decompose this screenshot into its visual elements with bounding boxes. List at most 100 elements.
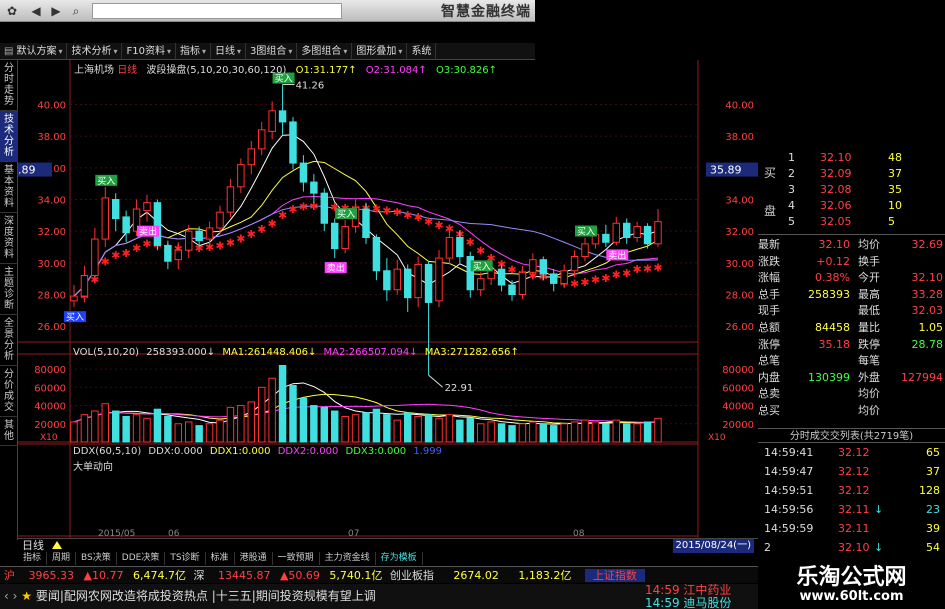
indicator-tab[interactable]: TS诊断 <box>165 552 206 565</box>
sz-index[interactable]: 13445.87 <box>218 569 271 582</box>
candle-body <box>205 227 214 240</box>
cy-amount: 1,183.2亿 <box>518 569 572 582</box>
ticker-text[interactable]: 要闻|配网农网改造将成投资热点 |十三五|期间投资规模有望上调 <box>36 589 376 603</box>
toolbar-button[interactable]: 图形叠加 ▾ <box>352 43 408 60</box>
volume-bar <box>549 425 558 443</box>
volume-bar <box>497 423 506 443</box>
cy-index[interactable]: 2674.02 <box>453 569 499 582</box>
toolbar-button[interactable]: 多图组合 ▾ <box>297 43 353 60</box>
quote-value: 130399 <box>808 370 850 384</box>
indicator-tab[interactable]: 存为模板 <box>376 552 423 565</box>
indicator-tab[interactable]: BS决策 <box>76 552 117 565</box>
toolbar-button[interactable]: ▤ 默认方案 ▾ <box>0 43 68 60</box>
quote-label: 内盘 <box>758 370 780 384</box>
candle-body <box>91 238 99 276</box>
left-tab[interactable]: 基本资料 <box>0 162 18 213</box>
bid-row[interactable]: 1 32.10 48 <box>758 150 945 166</box>
back-icon[interactable]: ◀ <box>28 3 44 19</box>
quote-row: 现手 最低 32.03 <box>758 303 945 319</box>
candle-body <box>424 263 433 303</box>
search-input[interactable] <box>92 3 342 19</box>
alert-2[interactable]: 14:59 迪马股份 <box>645 597 731 609</box>
alert-1[interactable]: 14:59 江中药业 <box>645 584 731 596</box>
candle-body <box>497 268 506 286</box>
volume-bar <box>403 412 412 443</box>
candle-body <box>414 263 422 299</box>
bid-row[interactable]: 4 32.06 10 <box>758 198 945 214</box>
ddx1-value: 0.000 <box>241 446 271 457</box>
period-tab[interactable]: 日线 <box>22 539 44 553</box>
toolbar-button[interactable]: 指标 ▾ <box>176 43 211 60</box>
indicator-tab[interactable]: 一致预期 <box>273 552 320 565</box>
price-tick-left: 38.00 <box>37 132 66 143</box>
toolbar-button[interactable]: 系统 <box>407 43 437 60</box>
star-icon: ★ <box>21 589 33 603</box>
volume-bar <box>247 401 256 443</box>
trade-row: 14:59:41 32.12 65 <box>758 445 945 461</box>
indicator-tab[interactable]: 主力资金线 <box>320 552 376 565</box>
volume-bar <box>414 415 422 443</box>
left-tab[interactable]: 主题诊断 <box>0 264 18 315</box>
toolbar-button[interactable]: 3图组合 ▾ <box>246 43 298 60</box>
left-tab[interactable]: 深度资料 <box>0 213 18 264</box>
volume-bar <box>226 406 235 443</box>
forward-icon[interactable]: ▶ <box>48 3 64 19</box>
vol-unit-right: X10 <box>708 433 726 443</box>
volume-bar <box>184 421 193 443</box>
ma2-label: MA2: <box>323 347 349 358</box>
ticker-prev-icon[interactable]: ‹ › <box>4 589 17 603</box>
left-tab[interactable]: 其他 <box>0 417 18 446</box>
candle-body <box>111 199 120 219</box>
volume-bar <box>153 408 162 443</box>
trade-volume: 23 <box>926 503 940 516</box>
toolbar-button-label: 3图组合 <box>250 46 287 57</box>
toolbar-button[interactable]: 日线 ▾ <box>211 43 247 60</box>
bid-row[interactable]: 3 32.08 35 <box>758 182 945 198</box>
left-tab[interactable]: 分价成交 <box>0 366 18 417</box>
trades-title[interactable]: 分时成交交列表(共2719笔) <box>758 428 945 443</box>
candle-body <box>508 284 516 295</box>
quote-label: 总额 <box>758 321 780 334</box>
toolbar-button[interactable]: 技术分析 ▾ <box>67 43 123 60</box>
vol-tick-left: 60000 <box>34 383 66 394</box>
left-tab[interactable]: 技术分析 <box>0 111 18 162</box>
volume-bar <box>195 425 203 443</box>
sh-index[interactable]: 3965.33 <box>29 569 75 582</box>
indicator-tab[interactable]: 港股通 <box>235 552 273 565</box>
current-price-left: 35.89 <box>18 164 36 177</box>
toolbar-button[interactable]: F10资料 ▾ <box>122 43 176 60</box>
ma1-mark: ↓ <box>307 347 317 358</box>
indicator-tab[interactable]: 指标 <box>18 552 48 565</box>
index-tag[interactable]: 上证指数 <box>584 569 645 582</box>
buy-tag: 买入 <box>337 209 355 220</box>
kline-chart[interactable]: ✱✱✱ ✱ ✱ ✱ ✱ ✱ ✱ ✱ ✱ ✱ ✱ ✱ ✱✱ ✱ ✱ ✱ ✱ ✱ ✱ ✱ ✱ ✱ ✱ ✱ ✱ ✱ ✱✱✱✱ ✱ ✱ ✱ ✱✱ ✱ ✱… <box>18 60 758 538</box>
o1-label: O1: <box>295 65 314 76</box>
price-tick-right: 38.00 <box>725 132 754 143</box>
left-tab-strip: 分时走势 技术分析 基本资料 深度资料 主题诊断 全景分析 分价成交 其他 <box>0 60 18 540</box>
bid-level: 5 <box>788 215 795 228</box>
quote-panel: 买盘 1 32.10 48 2 32.09 37 3 32.08 35 4 32.06 10 5 32.05… <box>758 136 945 566</box>
ddx-legend-name: DDX(60,5,10) <box>73 446 142 457</box>
dropdown-arrow-icon: ▾ <box>343 47 348 56</box>
toolbar-button-label: 多图组合 <box>301 46 342 57</box>
period-up-icon[interactable] <box>52 541 62 549</box>
left-tab[interactable]: 分时走势 <box>0 60 18 111</box>
search-icon[interactable]: ⌕ <box>68 3 84 19</box>
quote-row: 最新 32.10 均价 32.69 <box>758 237 945 253</box>
sar-marker: ✱ <box>299 200 308 213</box>
chart-grid <box>18 60 699 538</box>
bid-row[interactable]: 2 32.09 37 <box>758 166 945 182</box>
ma2-mark: ↓ <box>409 347 418 358</box>
trade-price: 32.12 <box>838 484 870 497</box>
app-logo-icon: ✿ <box>6 4 18 18</box>
left-tab[interactable]: 全景分析 <box>0 315 18 366</box>
candle-body <box>310 181 318 194</box>
indicator-tab[interactable]: 标准 <box>206 552 235 565</box>
trade-volume: 128 <box>919 484 940 497</box>
volume-bar <box>602 423 610 443</box>
indicator-tab[interactable]: DDE决策 <box>117 552 166 565</box>
news-ticker[interactable]: ‹ › ★ 要闻|配网农网改造将成投资热点 |十三五|期间投资规模有望上调 14… <box>0 584 758 609</box>
indicator-tab[interactable]: 周期 <box>47 552 77 565</box>
indicator-name: 波段操盘(5,10,20,30,60,120) <box>146 65 287 76</box>
bid-row[interactable]: 5 32.05 5 <box>758 214 945 230</box>
